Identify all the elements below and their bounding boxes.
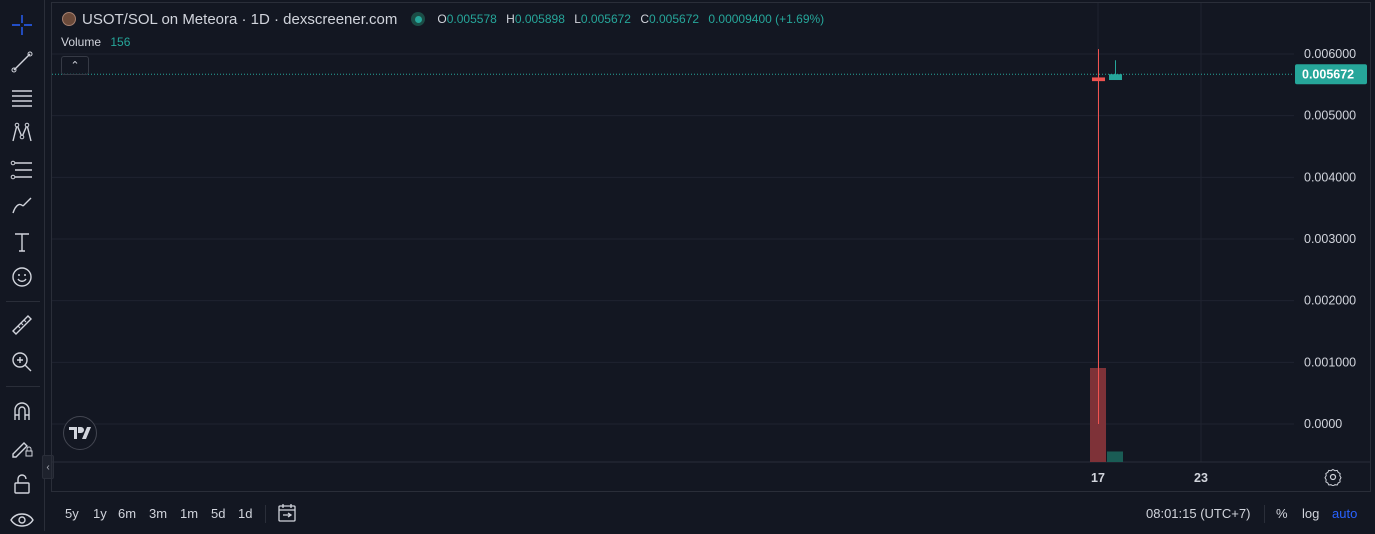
candle-body [1092,77,1105,82]
price-axis[interactable]: 0.0000 0.001000 0.002000 0.003000 0.004000 0.… [1304,47,1356,431]
token-logo-icon [62,12,76,26]
date-range-icon[interactable] [276,502,298,524]
range-6m-button[interactable]: 6m [118,506,136,521]
range-1m-button[interactable]: 1m [180,506,198,521]
ohlc-values: O0.005578 H0.005898 L0.005672 C0.005672 … [437,12,825,26]
time-tick-label: 17 [1091,471,1105,485]
price-tick-label: 0.0000 [1304,417,1342,431]
current-price-tag: 0.005672 [1295,64,1367,85]
range-5d-button[interactable]: 5d [211,506,225,521]
volume-label: Volume [61,35,102,49]
price-tick-label: 0.001000 [1304,355,1356,369]
volume-legend: Volume 156 [61,35,130,49]
volume-value: 156 [110,35,131,49]
current-time[interactable]: 08:01:15 (UTC+7) [1146,506,1250,521]
price-tick-label: 0.003000 [1304,232,1356,246]
chart-title[interactable]: USOT/SOL on Meteora · 1D · dexscreener.c… [82,11,397,28]
auto-scale-button[interactable]: auto [1332,506,1357,521]
price-tick-label: 0.006000 [1304,47,1356,61]
price-tick-label: 0.004000 [1304,170,1356,184]
price-tick-label: 0.002000 [1304,294,1356,308]
log-scale-button[interactable]: log [1302,506,1319,521]
market-status-icon[interactable] [411,12,426,26]
bottom-divider [265,505,266,523]
range-5y-button[interactable]: 5y [65,506,79,521]
range-1d-button[interactable]: 1d [238,506,252,521]
legend-collapse-button[interactable]: ⌃ [61,56,89,75]
current-price-label: 0.005672 [1302,68,1354,82]
time-tick-label: 23 [1194,471,1208,485]
grid [52,3,1371,463]
candlestick-chart[interactable]: 0.0000 0.001000 0.002000 0.003000 0.004000 0.… [0,0,1375,531]
volume-bar [1107,451,1123,462]
candles [1092,49,1122,424]
range-3m-button[interactable]: 3m [149,506,167,521]
bottom-divider [1264,505,1265,523]
price-change: 0.00009400 (+1.69%) [708,12,825,26]
time-axis[interactable]: 17 23 [1091,471,1208,485]
tradingview-logo-icon[interactable] [63,416,97,450]
percent-scale-button[interactable]: % [1276,506,1288,521]
chart-legend: USOT/SOL on Meteora · 1D · dexscreener.c… [62,9,830,29]
range-1y-button[interactable]: 1y [93,506,107,521]
price-tick-label: 0.005000 [1304,109,1356,123]
bottom-toolbar: 5y 1y 6m 3m 1m 5d 1d 08:01:15 (UTC+7) % … [52,496,1371,531]
candle-body [1109,74,1122,81]
chart-settings-icon[interactable] [1324,468,1342,486]
volume-bars [1090,368,1123,462]
